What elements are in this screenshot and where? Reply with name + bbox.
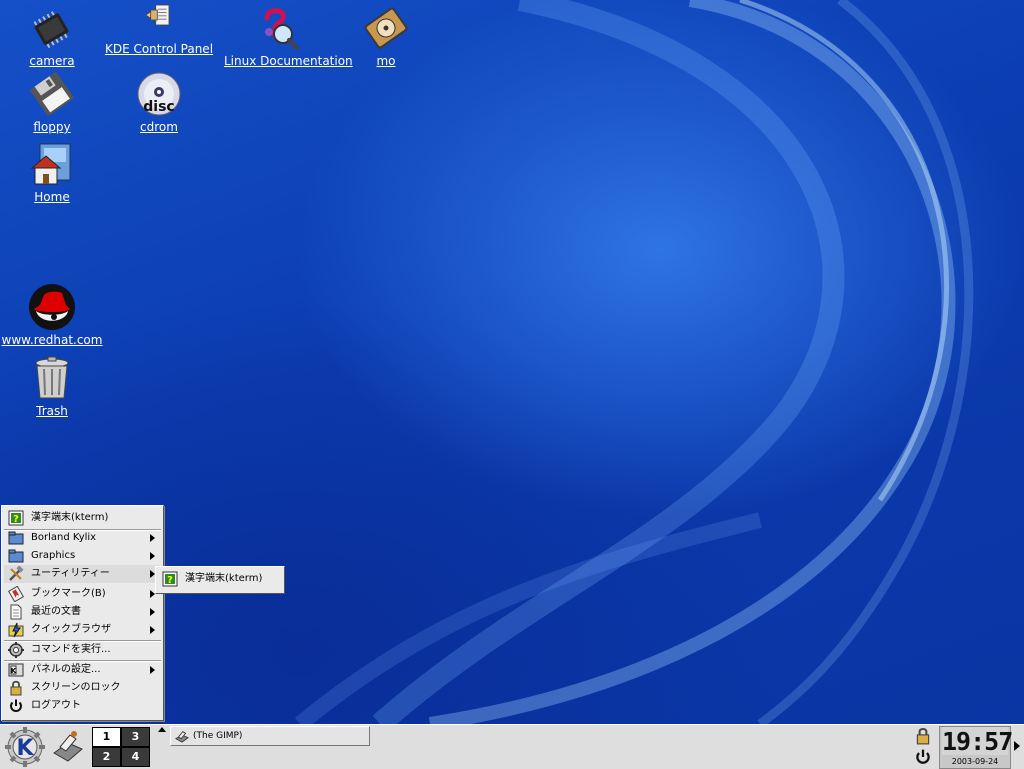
menu-item-lock-screen[interactable]: スクリーンのロック [4, 679, 161, 697]
menu-item-kterm[interactable]: ? 漢字端末(kterm) [4, 509, 161, 527]
help-magnifier-icon [264, 8, 299, 50]
pager-desktop-3[interactable]: 3 [121, 727, 150, 747]
svg-text:K: K [11, 667, 17, 675]
menu-item-label: ユーティリティー [31, 568, 110, 579]
document-icon [10, 604, 22, 620]
desktop-icon-mo[interactable]: mo [331, 4, 441, 68]
pager-desktop-2[interactable]: 2 [92, 747, 121, 767]
desktop-icon-label: camera [29, 54, 75, 68]
panel-settings-icon: K [8, 663, 24, 677]
menu-item-label: スクリーンのロック [31, 682, 121, 693]
utilities-submenu: ? 漢字端末(kterm) [155, 566, 285, 594]
gimp-launcher-icon[interactable] [50, 725, 86, 768]
svg-text:?: ? [13, 514, 19, 525]
submenu-arrow-icon [150, 626, 155, 634]
menu-item-label: Graphics [31, 550, 76, 561]
cd-disc-text: disc [143, 99, 174, 115]
home-folder-icon [30, 143, 71, 185]
desktop-icon-kde-control-panel[interactable]: KDE Control Panel [104, 0, 214, 56]
submenu-arrow-icon [150, 608, 155, 616]
logout-icon[interactable] [914, 748, 932, 766]
submenu-arrow-icon [150, 552, 155, 560]
menu-item-label: 漢字端末(kterm) [31, 512, 109, 523]
bookmark-icon [8, 586, 24, 602]
clock-date: 2003-09-24 [951, 757, 999, 766]
desktop-icon-label: KDE Control Panel [104, 42, 214, 56]
menu-item-recent-documents[interactable]: 最近の文書 [4, 603, 161, 621]
run-command-icon [8, 642, 24, 658]
desktop-icon-label: Trash [36, 404, 68, 418]
menu-item-logout[interactable]: ログアウト [4, 697, 161, 715]
lock-screen-icon[interactable] [914, 727, 932, 745]
desktop-icon-camera[interactable]: camera [0, 4, 107, 68]
pager-desktop-4[interactable]: 4 [121, 747, 150, 767]
desktop-icon-label: Linux Documentation [224, 54, 353, 68]
menu-item-panel-settings[interactable]: K パネルの設定... [4, 661, 161, 679]
k-logo-icon: K [16, 736, 34, 761]
control-panel-icon [144, 4, 170, 26]
svg-text:?: ? [167, 575, 173, 586]
desktop-icon-trash[interactable]: Trash [0, 354, 107, 418]
menu-item-borland-kylix[interactable]: Borland Kylix [4, 529, 161, 547]
menu-item-utilities[interactable]: ユーティリティー [4, 565, 161, 583]
desktop-icon-floppy[interactable]: floppy [0, 70, 107, 134]
tools-icon [9, 566, 24, 581]
camera-chip-icon [33, 11, 69, 49]
menu-item-graphics[interactable]: Graphics [4, 547, 161, 565]
desktop-icon-linux-documentation[interactable]: Linux Documentation [224, 4, 353, 68]
menu-item-label: 最近の文書 [31, 606, 81, 617]
menu-item-label: ブックマーク(B) [31, 588, 106, 599]
trash-can-icon [35, 356, 69, 399]
menu-item-label: コマンドを実行... [31, 644, 111, 655]
floppy-icon [30, 72, 74, 116]
desktop-pager: 1 3 2 4 [91, 726, 150, 767]
desktop-icon-label: cdrom [140, 120, 178, 134]
panel-hide-arrow-icon[interactable] [1014, 741, 1020, 751]
menu-item-run-command[interactable]: コマンドを実行... [4, 641, 161, 659]
folder-icon [8, 549, 24, 563]
kde-panel: K 1 3 2 4 (The GIMP) 19:57 2003-09-24 [0, 724, 1024, 769]
k-menu-button[interactable]: K [2, 725, 48, 768]
folder-icon [8, 531, 24, 545]
disk-drive-icon [364, 7, 408, 49]
submenu-arrow-icon [150, 666, 155, 674]
menu-item-quick-browser[interactable]: クイックブラウザ [4, 621, 161, 639]
menu-item-bookmarks[interactable]: ブックマーク(B) [4, 585, 161, 603]
submenu-arrow-icon [150, 534, 155, 542]
cd-disc-icon: disc [137, 72, 181, 116]
lock-icon [10, 680, 22, 696]
desktop-icon-cdrom[interactable]: disc cdrom [104, 70, 214, 134]
desktop-icon-label: Home [34, 190, 70, 204]
submenu-item-kterm[interactable]: ? 漢字端末(kterm) [158, 570, 282, 588]
clock-time: 19:57 [942, 727, 1013, 756]
gimp-icon [175, 731, 189, 743]
desktop-icon-redhat[interactable]: www.redhat.com [0, 283, 107, 347]
start-menu: ? 漢字端末(kterm) Borland Kylix Graphics ユーテ… [1, 505, 164, 721]
taskbar-button-gimp[interactable]: (The GIMP) [170, 726, 370, 746]
taskbar-button-label: (The GIMP) [193, 731, 243, 741]
quick-browser-icon [8, 622, 24, 638]
kterm-icon: ? [162, 571, 178, 587]
desktop-icon-label: floppy [33, 120, 71, 134]
menu-item-label: パネルの設定... [31, 664, 101, 675]
menu-item-label: ログアウト [31, 700, 81, 711]
redhat-logo-icon [29, 284, 75, 330]
menu-item-label: Borland Kylix [31, 532, 97, 543]
clock[interactable]: 19:57 2003-09-24 [939, 726, 1013, 769]
pager-desktop-1[interactable]: 1 [92, 727, 121, 747]
logout-icon [10, 699, 22, 712]
menu-item-label: 漢字端末(kterm) [185, 573, 263, 584]
taskbar-scroll-up-icon[interactable] [158, 727, 166, 732]
menu-item-label: クイックブラウザ [31, 624, 111, 635]
desktop-icon-home[interactable]: Home [0, 140, 107, 204]
desktop-icon-label: www.redhat.com [1, 333, 103, 347]
kterm-icon: ? [8, 510, 24, 526]
desktop-icon-label: mo [376, 54, 396, 68]
